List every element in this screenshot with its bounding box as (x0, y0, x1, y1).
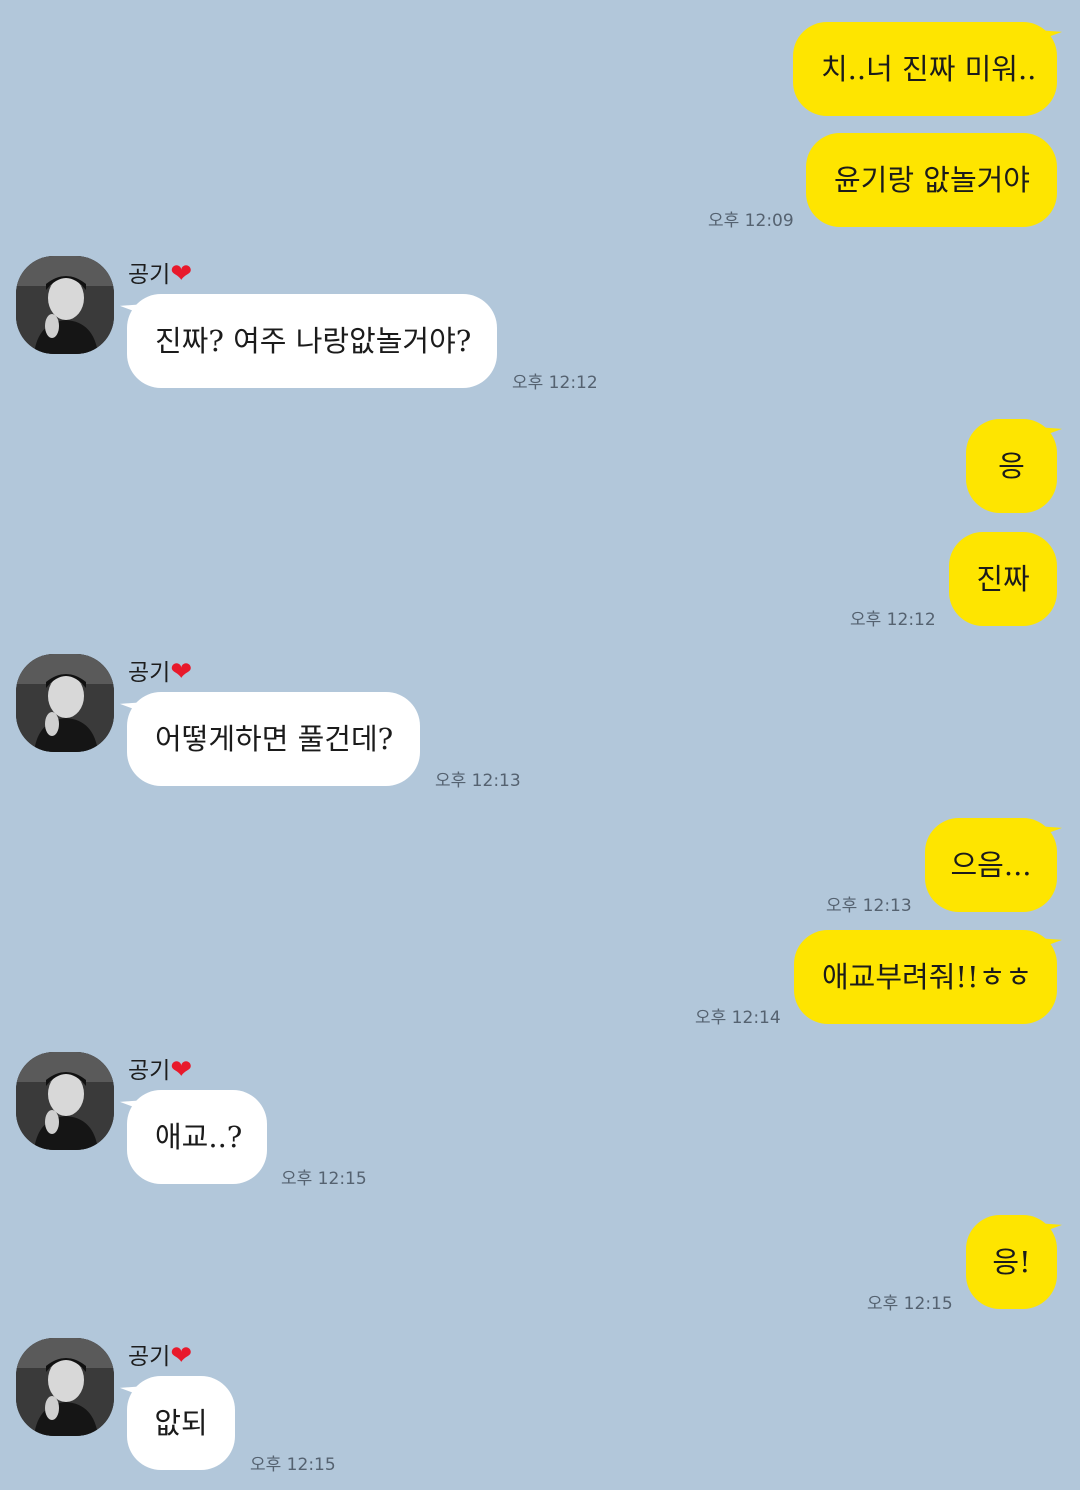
contact-name: 공기❤ (128, 259, 193, 289)
heart-icon: ❤ (170, 1055, 193, 1085)
contact-name: 공기❤ (128, 1341, 193, 1371)
contact-avatar[interactable] (16, 1052, 114, 1150)
message-timestamp: 오후 12:14 (695, 1008, 781, 1028)
their-message-bubble[interactable]: 어떻게하면 풀건데? (127, 692, 420, 786)
heart-icon: ❤ (170, 657, 193, 687)
my-message-bubble[interactable]: 치..너 진짜 미워.. (793, 22, 1057, 116)
my-message-bubble[interactable]: 애교부려줘!!ㅎㅎ (794, 930, 1057, 1024)
message-timestamp: 오후 12:09 (708, 211, 794, 231)
message-timestamp: 오후 12:15 (867, 1294, 953, 1314)
message-timestamp: 오후 12:12 (850, 610, 936, 630)
their-message-bubble[interactable]: 애교..? (127, 1090, 267, 1184)
message-timestamp: 오후 12:15 (250, 1455, 336, 1475)
heart-icon: ❤ (170, 1341, 193, 1371)
avatar-photo-icon (16, 256, 114, 354)
chat-area[interactable]: 치..너 진짜 미워.. 윤기랑 앖놀거야 오후 12:09 공기❤ 진짜? 여… (0, 0, 1080, 1490)
message-timestamp: 오후 12:13 (826, 896, 912, 916)
their-message-bubble[interactable]: 진짜? 여주 나랑앖놀거야? (127, 294, 497, 388)
message-timestamp: 오후 12:13 (435, 771, 521, 791)
contact-name: 공기❤ (128, 657, 193, 687)
my-message-bubble[interactable]: 진짜 (949, 532, 1057, 626)
my-message-bubble[interactable]: 응 (966, 419, 1057, 513)
contact-avatar[interactable] (16, 1338, 114, 1436)
avatar-photo-icon (16, 1052, 114, 1150)
avatar-photo-icon (16, 1338, 114, 1436)
avatar-photo-icon (16, 654, 114, 752)
message-timestamp: 오후 12:12 (512, 373, 598, 393)
contact-avatar[interactable] (16, 654, 114, 752)
contact-name: 공기❤ (128, 1055, 193, 1085)
their-message-bubble[interactable]: 앖되 (127, 1376, 235, 1470)
my-message-bubble[interactable]: 응! (966, 1215, 1057, 1309)
contact-avatar[interactable] (16, 256, 114, 354)
my-message-bubble[interactable]: 윤기랑 앖놀거야 (806, 133, 1057, 227)
heart-icon: ❤ (170, 259, 193, 289)
my-message-bubble[interactable]: 으음... (925, 818, 1057, 912)
message-timestamp: 오후 12:15 (281, 1169, 367, 1189)
